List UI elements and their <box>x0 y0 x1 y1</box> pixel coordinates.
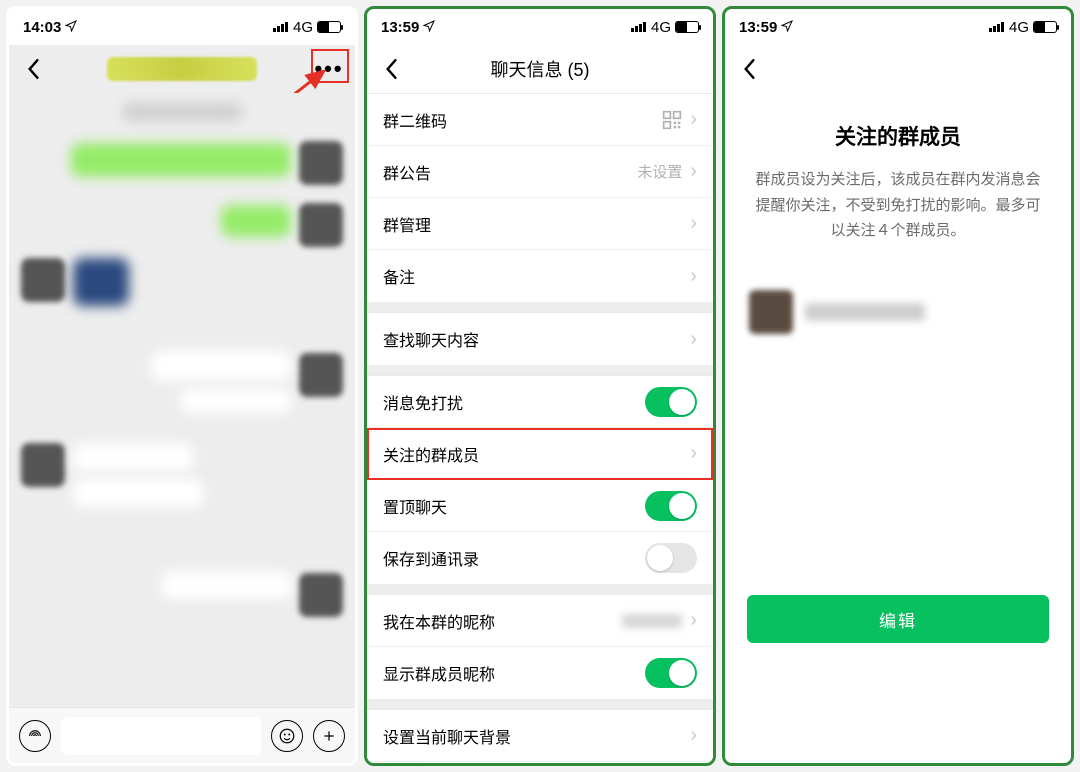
row-label: 群二维码 <box>383 108 447 132</box>
chevron-icon: › <box>690 212 697 235</box>
row-label: 置顶聊天 <box>383 494 447 518</box>
page-title: 关注的群成员 <box>749 121 1047 151</box>
row-group-notice[interactable]: 群公告 未设置 › <box>367 146 713 198</box>
screen-2-chat-info: 13:59 4G 聊天信息 (5) 群二维码 <box>364 6 716 766</box>
avatar <box>749 290 793 334</box>
row-label: 设置当前聊天背景 <box>383 724 511 748</box>
back-button[interactable] <box>737 57 761 81</box>
signal-icon <box>631 22 647 32</box>
status-time: 13:59 <box>739 19 777 36</box>
chevron-icon: › <box>690 609 697 632</box>
member-name-blurred <box>805 303 925 321</box>
page-description: 群成员设为关注后，该成员在群内发消息会提醒你关注，不受到免打扰的影响。最多可以关… <box>749 167 1047 244</box>
chevron-icon: › <box>690 328 697 351</box>
chevron-icon: › <box>690 762 697 764</box>
plus-button[interactable] <box>313 720 345 752</box>
row-remark[interactable]: 备注 › <box>367 250 713 302</box>
row-show-nickname[interactable]: 显示群成员昵称 <box>367 647 713 699</box>
row-label: 备注 <box>383 264 415 288</box>
nav-header <box>725 45 1071 93</box>
signal-icon <box>989 22 1005 32</box>
toggle-mute[interactable] <box>645 387 697 417</box>
toggle-pin[interactable] <box>645 491 697 521</box>
chat-header: ••• <box>9 45 355 93</box>
row-cut-off[interactable]: › <box>367 762 713 763</box>
row-label: 消息免打扰 <box>383 390 463 414</box>
emoji-button[interactable] <box>271 720 303 752</box>
status-time: 14:03 <box>23 19 61 36</box>
nickname-value-blurred <box>622 614 682 628</box>
row-label: 群公告 <box>383 160 431 184</box>
page-title: 聊天信息 (5) <box>367 56 713 82</box>
qrcode-icon <box>662 110 682 130</box>
location-icon <box>65 19 77 36</box>
row-label: 群管理 <box>383 212 431 236</box>
edit-button[interactable]: 编辑 <box>747 595 1049 643</box>
status-bar: 14:03 4G <box>9 9 355 45</box>
status-bar: 13:59 4G <box>725 9 1071 45</box>
row-group-qrcode[interactable]: 群二维码 › <box>367 94 713 146</box>
nav-header: 聊天信息 (5) <box>367 45 713 93</box>
row-label: 关注的群成员 <box>383 442 479 466</box>
row-group-manage[interactable]: 群管理 › <box>367 198 713 250</box>
row-label: 显示群成员昵称 <box>383 661 495 685</box>
more-button[interactable]: ••• <box>315 56 343 82</box>
row-watched-members[interactable]: 关注的群成员 › <box>367 428 713 480</box>
member-item[interactable] <box>749 290 1047 334</box>
row-value: 未设置 <box>637 161 682 182</box>
toggle-show-nickname[interactable] <box>645 658 697 688</box>
row-mute[interactable]: 消息免打扰 <box>367 376 713 428</box>
chat-title-blurred <box>107 57 257 81</box>
location-icon <box>781 19 793 36</box>
chevron-icon: › <box>690 442 697 465</box>
status-time: 13:59 <box>381 19 419 36</box>
row-search-chat[interactable]: 查找聊天内容 › <box>367 313 713 365</box>
chat-input-bar <box>9 707 355 763</box>
message-input[interactable] <box>61 717 261 755</box>
voice-button[interactable] <box>19 720 51 752</box>
watched-members-panel: 关注的群成员 群成员设为关注后，该成员在群内发消息会提醒你关注，不受到免打扰的影… <box>725 93 1071 763</box>
network-label: 4G <box>651 19 671 36</box>
row-save-contacts[interactable]: 保存到通讯录 <box>367 532 713 584</box>
row-label: 查找聊天内容 <box>383 327 479 351</box>
back-button[interactable] <box>379 57 403 81</box>
battery-icon <box>317 21 341 33</box>
network-label: 4G <box>1009 19 1029 36</box>
chevron-icon: › <box>690 724 697 747</box>
network-label: 4G <box>293 19 313 36</box>
screen-1-chat: 14:03 4G ••• <box>6 6 358 766</box>
toggle-save[interactable] <box>645 543 697 573</box>
battery-icon <box>1033 21 1057 33</box>
settings-list: 群二维码 › 群公告 未设置 › 群管理 <box>367 93 713 763</box>
row-pin[interactable]: 置顶聊天 <box>367 480 713 532</box>
location-icon <box>423 19 435 36</box>
chevron-icon: › <box>690 108 697 131</box>
row-label: 保存到通讯录 <box>383 546 479 570</box>
battery-icon <box>675 21 699 33</box>
chat-body <box>9 93 355 707</box>
chevron-icon: › <box>690 265 697 288</box>
row-chat-background[interactable]: 设置当前聊天背景 › <box>367 710 713 762</box>
chevron-icon: › <box>690 160 697 183</box>
status-bar: 13:59 4G <box>367 9 713 45</box>
screen-3-watched-members: 13:59 4G 关注的群成员 群成员设为关注后，该成员在群内发消息会提醒你关注… <box>722 6 1074 766</box>
row-label: 我在本群的昵称 <box>383 609 495 633</box>
back-button[interactable] <box>21 57 45 81</box>
row-my-nickname[interactable]: 我在本群的昵称 › <box>367 595 713 647</box>
signal-icon <box>273 22 289 32</box>
